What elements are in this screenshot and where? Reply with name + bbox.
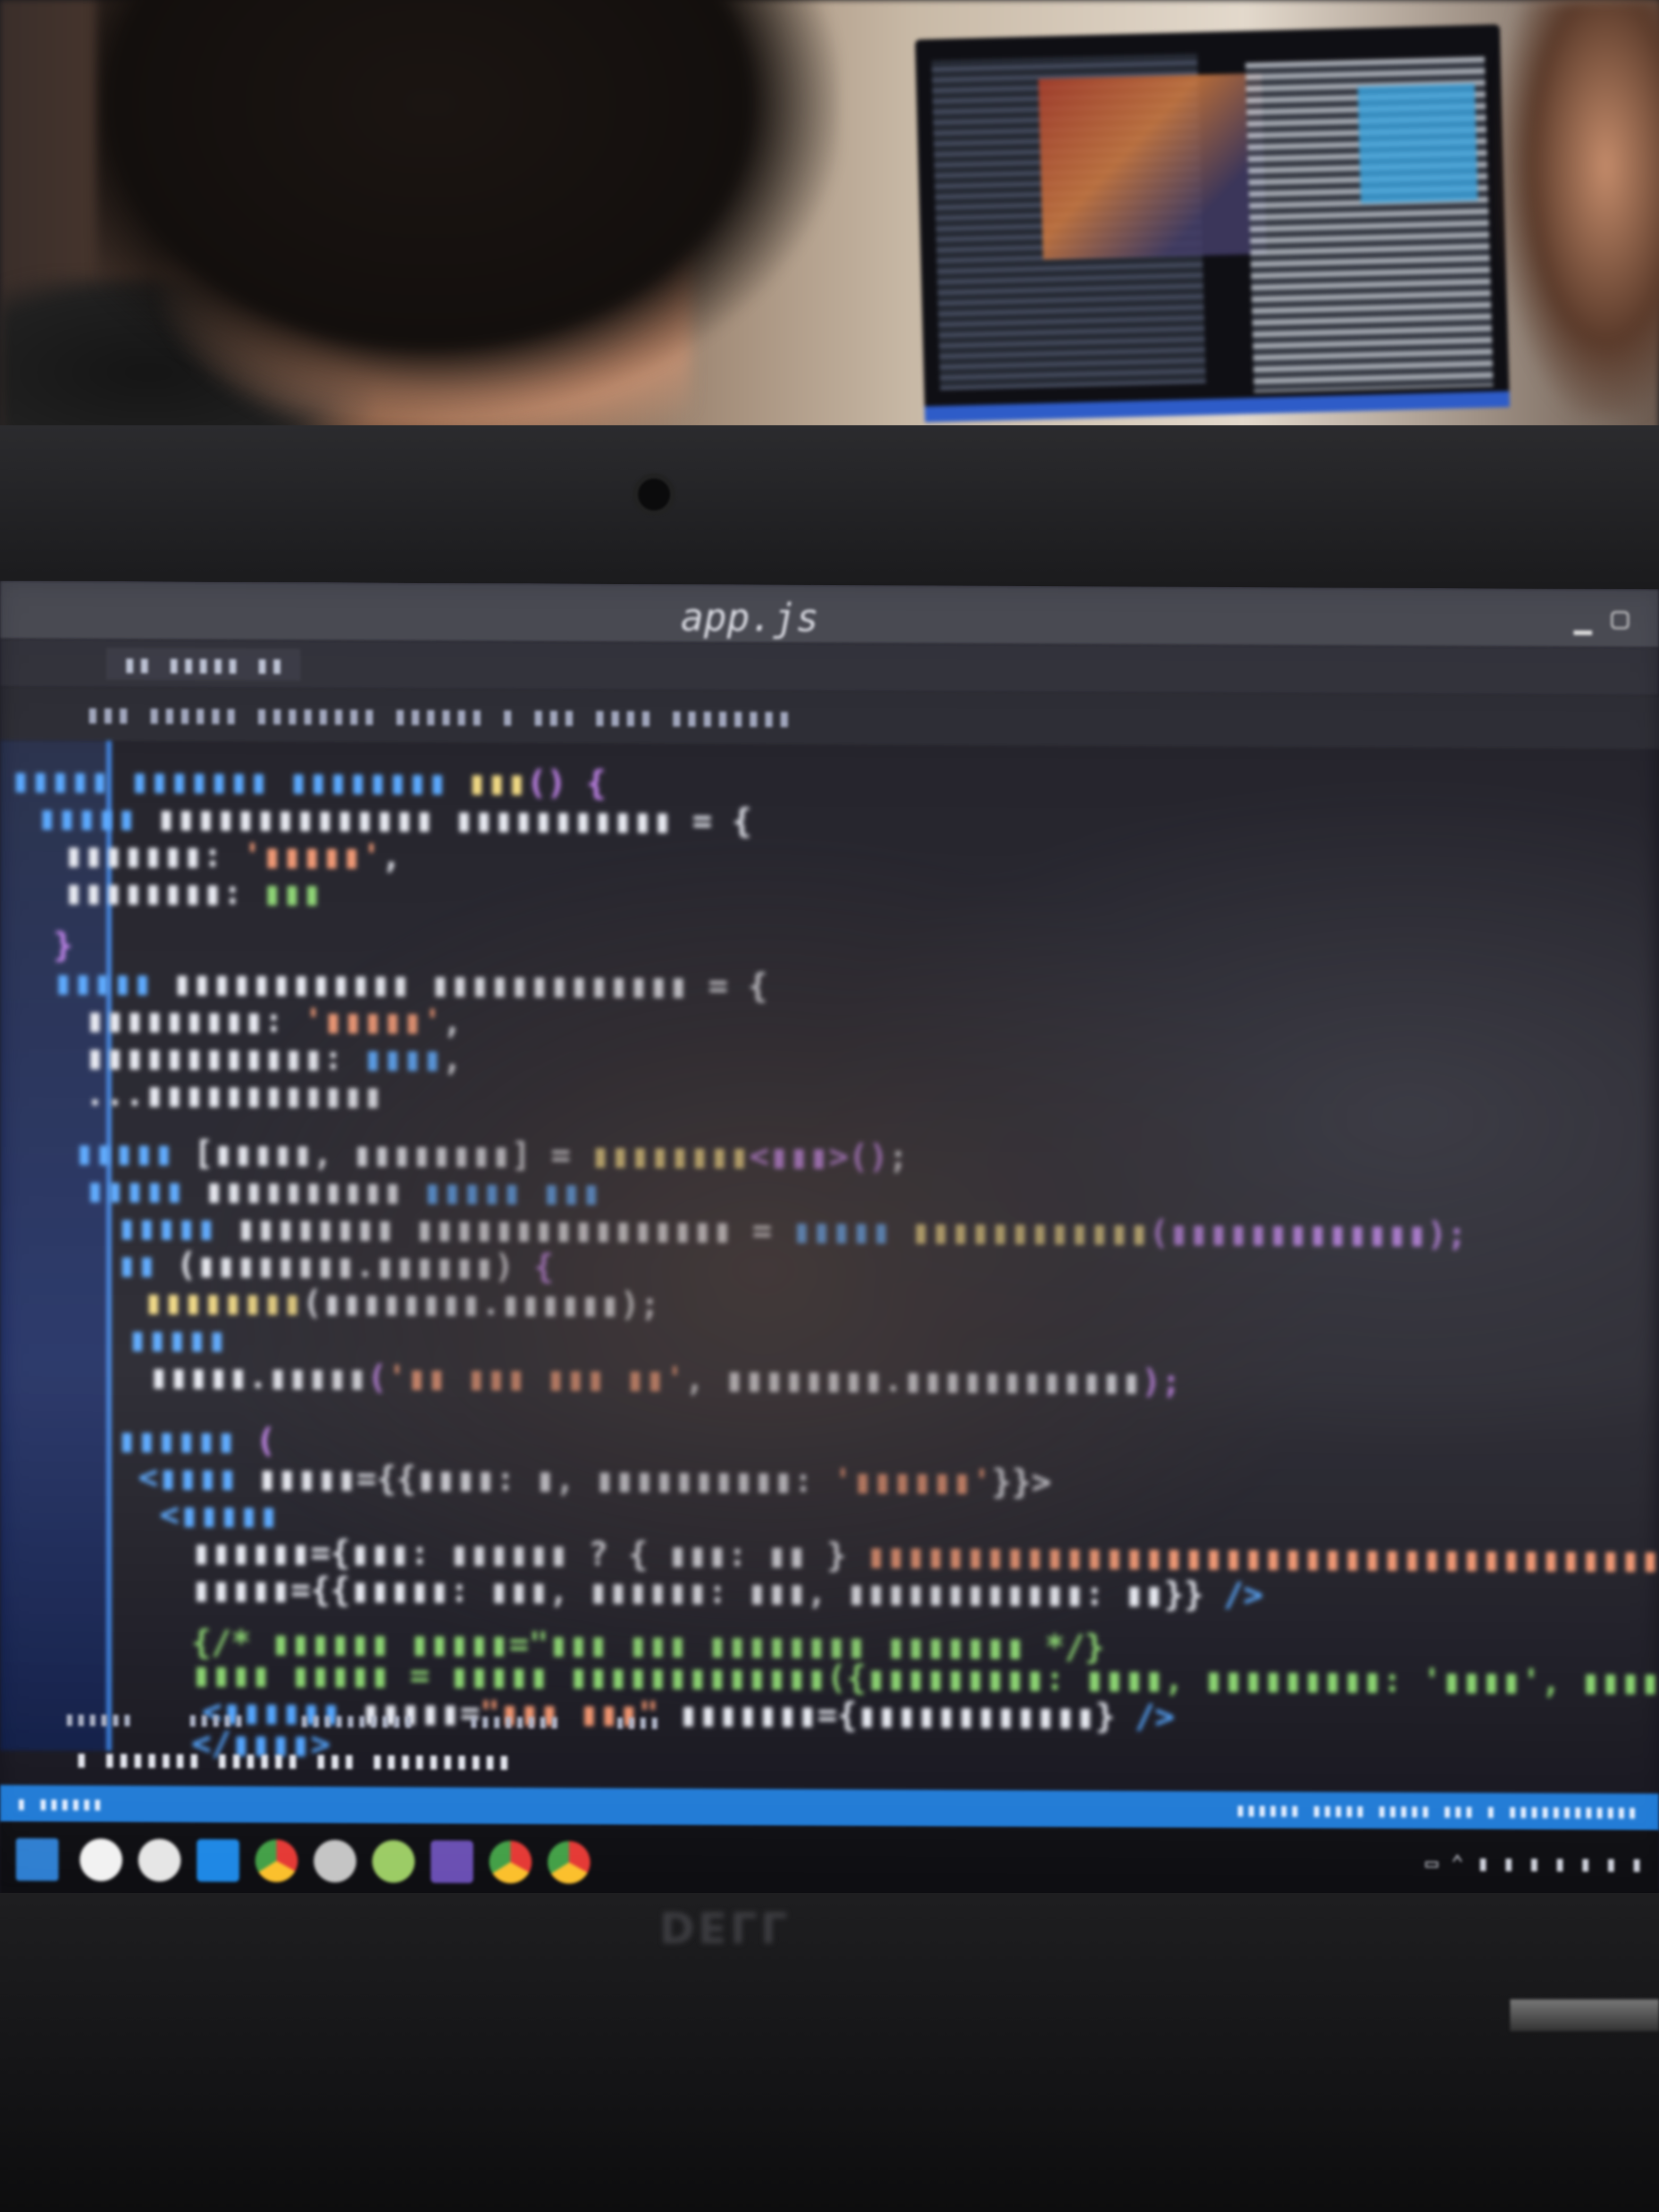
background-monitor (915, 24, 1510, 423)
task-view-icon[interactable] (138, 1839, 181, 1882)
panel-tab[interactable]: ▮▮▮▮ (614, 1711, 660, 1733)
laptop-hinge (1510, 1999, 1659, 2031)
code-line: <▮▮▮▮ ▮▮▮▮▮={{▮▮▮▮: ▮, ▮▮▮▮▮▮▮▮▮▮: '▮▮▮▮… (138, 1457, 1052, 1502)
editor-titlebar: app.js ▁ ▢ (0, 580, 1659, 648)
editor-tab[interactable]: ▮▮ ▮▮▮▮▮ ▮▮ (106, 647, 300, 681)
background-monitor-image (1358, 83, 1478, 204)
background-monitor-image (1038, 73, 1267, 260)
code-line: ▮▮▮▮▮ ▮▮▮▮▮▮▮▮▮▮▮▮▮▮ ▮▮▮▮▮▮▮▮▮▮▮ = { (37, 798, 752, 841)
code-line: ▮▮▮▮▮ (128, 1319, 227, 1359)
terminal-output: ▮ ▮▮▮▮▮▮▮ ▮▮▮▮▮▮ ▮▮▮ ▮▮▮▮▮▮▮▮▮▮ (74, 1745, 512, 1775)
search-icon[interactable] (80, 1838, 122, 1882)
webcam (638, 479, 670, 510)
chrome-icon[interactable] (548, 1841, 590, 1884)
minimize-icon[interactable]: ▁ (1574, 600, 1601, 635)
code-line: ▮▮ (▮▮▮▮▮▮▮▮.▮▮▮▮▮▮) { (117, 1244, 554, 1286)
panel-tab[interactable]: ▮▮▮▮▮▮▮▮ (468, 1710, 560, 1732)
panel-tab[interactable]: ▮▮▮▮▮▮ (64, 1708, 133, 1730)
system-tray[interactable]: ▭ ⌃ ▮ ▮ ▮ ▮ ▮ ▮ ▮ (1426, 1851, 1643, 1876)
status-info: ▮▮▮▮▮▮ ▮▮▮▮▮ ▮▮▮▮▮ ▮▮▮ ▮ ▮▮▮▮▮▮▮▮▮▮▮▮ (1235, 1799, 1638, 1823)
chrome-icon[interactable] (489, 1840, 532, 1884)
panel-tab[interactable]: ▮▮▮▮▮ (187, 1709, 245, 1731)
laptop-bezel-bottom (0, 1893, 1659, 2212)
app-icon[interactable] (372, 1840, 415, 1883)
os-taskbar: ▭ ⌃ ▮ ▮ ▮ ▮ ▮ ▮ ▮ (0, 1822, 1659, 1903)
photo-scene: app.js ▁ ▢ ▮▮ ▮▮▮▮▮ ▮▮ ▮▮▮ ▮▮▮▮▮▮ ▮▮▮▮▮▮… (0, 0, 1659, 2212)
app-icon[interactable] (314, 1839, 356, 1883)
code-line: ▮▮▮▮▮ ▮▮▮▮▮▮▮▮▮▮▮▮ ▮▮▮▮▮▮▮▮▮▮▮▮▮ = { (53, 962, 768, 1006)
code-line: ▮▮▮▮▮={{▮▮▮▮▮: ▮▮▮, ▮▮▮▮▮▮: ▮▮▮, ▮▮▮▮▮▮▮… (191, 1569, 1263, 1614)
person-right-edge (1499, 0, 1659, 415)
code-line: ▮▮▮▮▮▮▮▮: ▮▮▮ (64, 872, 322, 913)
window-title: app.js (681, 594, 819, 640)
person-head (96, 0, 840, 415)
panel-tab[interactable]: ▮▮▮▮▮▮▮▮▮▮ (299, 1710, 414, 1732)
code-line: ▮▮▮▮▮ ▮▮▮▮▮▮▮ ▮▮▮▮▮▮▮▮ ▮▮▮() { (11, 760, 606, 802)
brand-logo: DELL (659, 1902, 791, 1951)
windows-icon[interactable] (16, 1838, 58, 1881)
status-branch[interactable]: ▮ ▮▮▮▮▮▮ (0, 1793, 103, 1815)
code-area[interactable]: ▮▮▮▮▮ ▮▮▮▮▮▮▮ ▮▮▮▮▮▮▮▮ ▮▮▮() { ▮▮▮▮▮ ▮▮▮… (0, 740, 1659, 1763)
breadcrumb: ▮▮▮ ▮▮▮▮▮▮ ▮▮▮▮▮▮▮▮ ▮▮▮▮▮▮ ▮ ▮▮▮ ▮▮▮▮ ▮▮… (0, 686, 1659, 750)
vscode-icon[interactable] (197, 1839, 239, 1882)
code-line: ▮▮▮▮▮▮▮: '▮▮▮▮▮', (64, 835, 401, 876)
app-icon[interactable] (431, 1840, 473, 1883)
code-line: ▮▮▮▮▮ ▮▮▮▮▮▮▮▮▮▮ ▮▮▮▮▮ ▮▮▮ (85, 1170, 601, 1212)
maximize-icon[interactable]: ▢ (1611, 601, 1638, 635)
laptop-bezel-top (0, 425, 1659, 596)
code-line: ▮▮▮▮▮ [▮▮▮▮▮, ▮▮▮▮▮▮▮▮] = ▮▮▮▮▮▮▮▮<▮▮▮>(… (74, 1133, 908, 1176)
code-line: <▮▮▮▮▮ (160, 1495, 279, 1535)
code-line: ▮▮▮▮▮▮▮▮▮: '▮▮▮▮▮', (85, 1000, 463, 1041)
editor-tabbar: ▮▮ ▮▮▮▮▮ ▮▮ (0, 639, 1659, 696)
code-line: ▮▮▮▮▮▮ ( (117, 1420, 276, 1460)
laptop-screen: app.js ▁ ▢ ▮▮ ▮▮▮▮▮ ▮▮ ▮▮▮ ▮▮▮▮▮▮ ▮▮▮▮▮▮… (0, 580, 1659, 1903)
code-line: ▮▮▮▮▮▮▮▮(▮▮▮▮▮▮▮▮.▮▮▮▮▮▮); (144, 1282, 660, 1324)
chrome-icon[interactable] (255, 1839, 298, 1882)
code-line: ▮▮▮▮▮.▮▮▮▮▮('▮▮ ▮▮▮ ▮▮▮ ▮▮', ▮▮▮▮▮▮▮▮.▮▮… (149, 1356, 1182, 1401)
code-line: } (53, 925, 73, 965)
code-line: ▮▮▮▮▮▮▮▮▮▮▮▮: ▮▮▮▮, (85, 1037, 463, 1078)
code-line: ...▮▮▮▮▮▮▮▮▮▮▮▮ (85, 1074, 383, 1115)
